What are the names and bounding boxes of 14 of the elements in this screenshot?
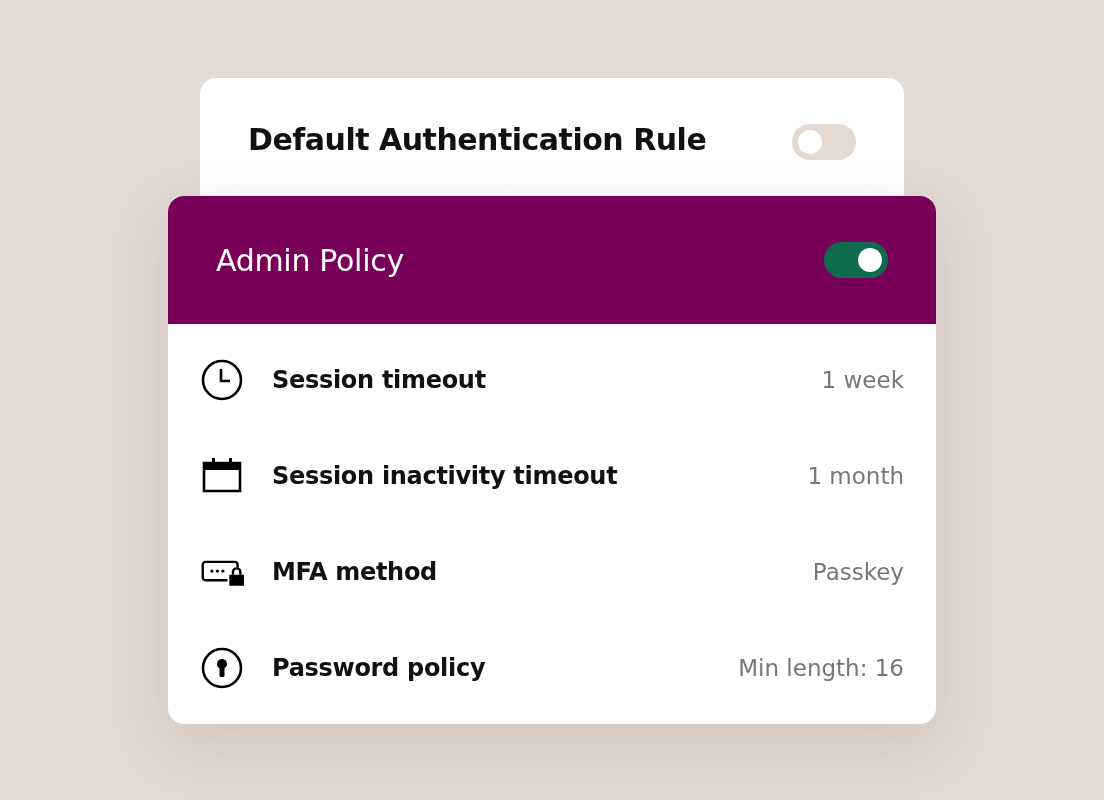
- setting-label: Password policy: [272, 654, 487, 682]
- rule-title: Default Authentication Rule: [248, 122, 707, 157]
- keyhole-icon: [200, 646, 244, 690]
- policy-title: Admin Policy: [216, 242, 404, 278]
- setting-value: 1 month: [807, 463, 904, 489]
- setting-label: MFA method: [272, 558, 438, 586]
- setting-value: 1 week: [821, 367, 904, 393]
- setting-label: Session inactivity timeout: [272, 462, 619, 490]
- clock-icon: [200, 358, 244, 402]
- setting-value: Passkey: [812, 559, 904, 585]
- policy-toggle[interactable]: [824, 242, 888, 278]
- rule-toggle[interactable]: [792, 124, 856, 160]
- setting-label: Session timeout: [272, 366, 487, 394]
- setting-value: Min length: 16: [738, 655, 904, 681]
